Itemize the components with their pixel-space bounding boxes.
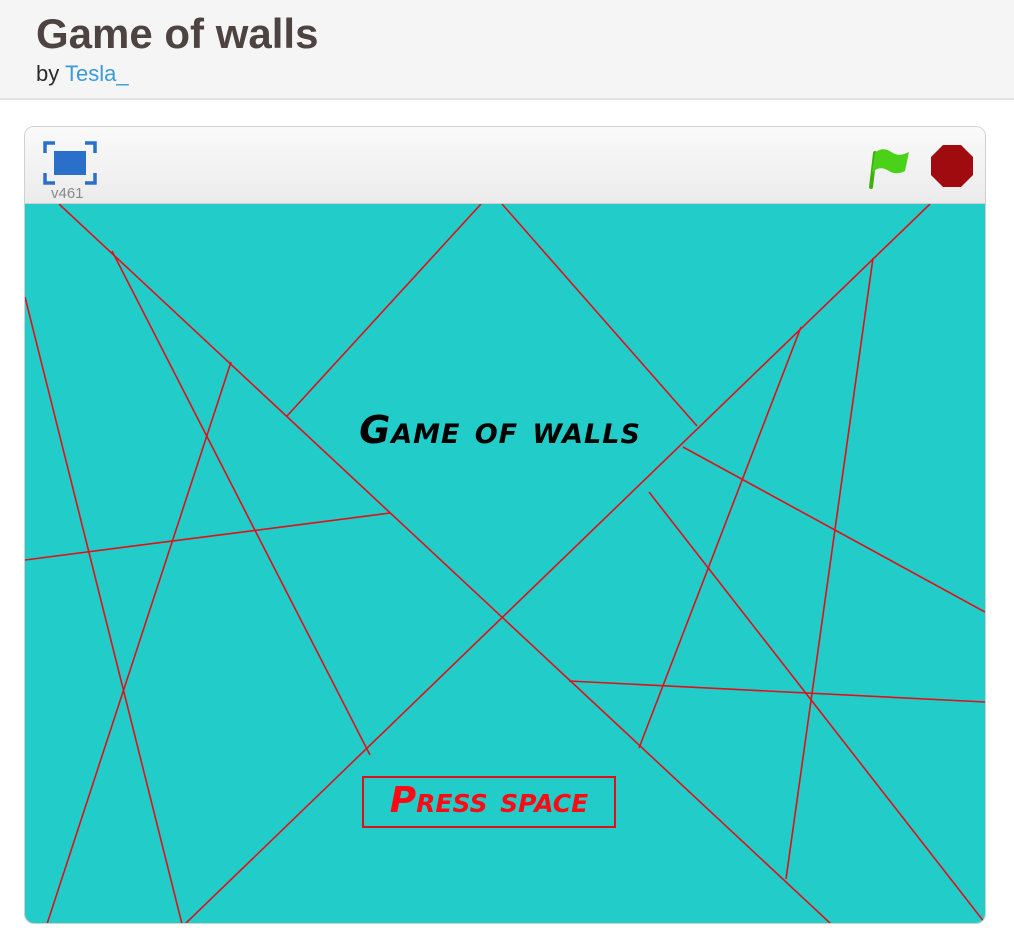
player-controls: v461 bbox=[25, 127, 985, 204]
wall-line bbox=[25, 296, 183, 923]
fullscreen-icon bbox=[43, 141, 97, 185]
version-label: v461 bbox=[51, 185, 84, 202]
wall-line bbox=[111, 250, 371, 756]
fullscreen-button[interactable] bbox=[43, 141, 97, 185]
stop-icon bbox=[931, 145, 973, 187]
project-title: Game of walls bbox=[36, 10, 319, 57]
wall-line bbox=[286, 204, 482, 417]
by-label: by bbox=[36, 61, 60, 86]
wall-line bbox=[682, 446, 985, 613]
project-header: Game of walls by Tesla_ bbox=[0, 0, 1014, 100]
wall-line bbox=[785, 257, 874, 880]
author-link[interactable]: Tesla_ bbox=[65, 61, 129, 86]
game-stage[interactable]: Game of walls Press space bbox=[25, 204, 985, 923]
wall-line bbox=[25, 512, 391, 561]
stop-button[interactable] bbox=[929, 143, 975, 189]
wall-line bbox=[568, 680, 985, 703]
press-space-prompt[interactable]: Press space bbox=[362, 776, 616, 828]
green-flag-icon bbox=[869, 149, 909, 189]
wall-line bbox=[638, 326, 802, 749]
game-title-text: Game of walls bbox=[359, 408, 641, 452]
green-flag-button[interactable] bbox=[865, 143, 911, 189]
wall-line bbox=[501, 204, 698, 427]
wall-line bbox=[648, 491, 985, 923]
project-player: v461 Game of walls Press space bbox=[24, 126, 986, 924]
byline: by Tesla_ bbox=[36, 61, 129, 87]
